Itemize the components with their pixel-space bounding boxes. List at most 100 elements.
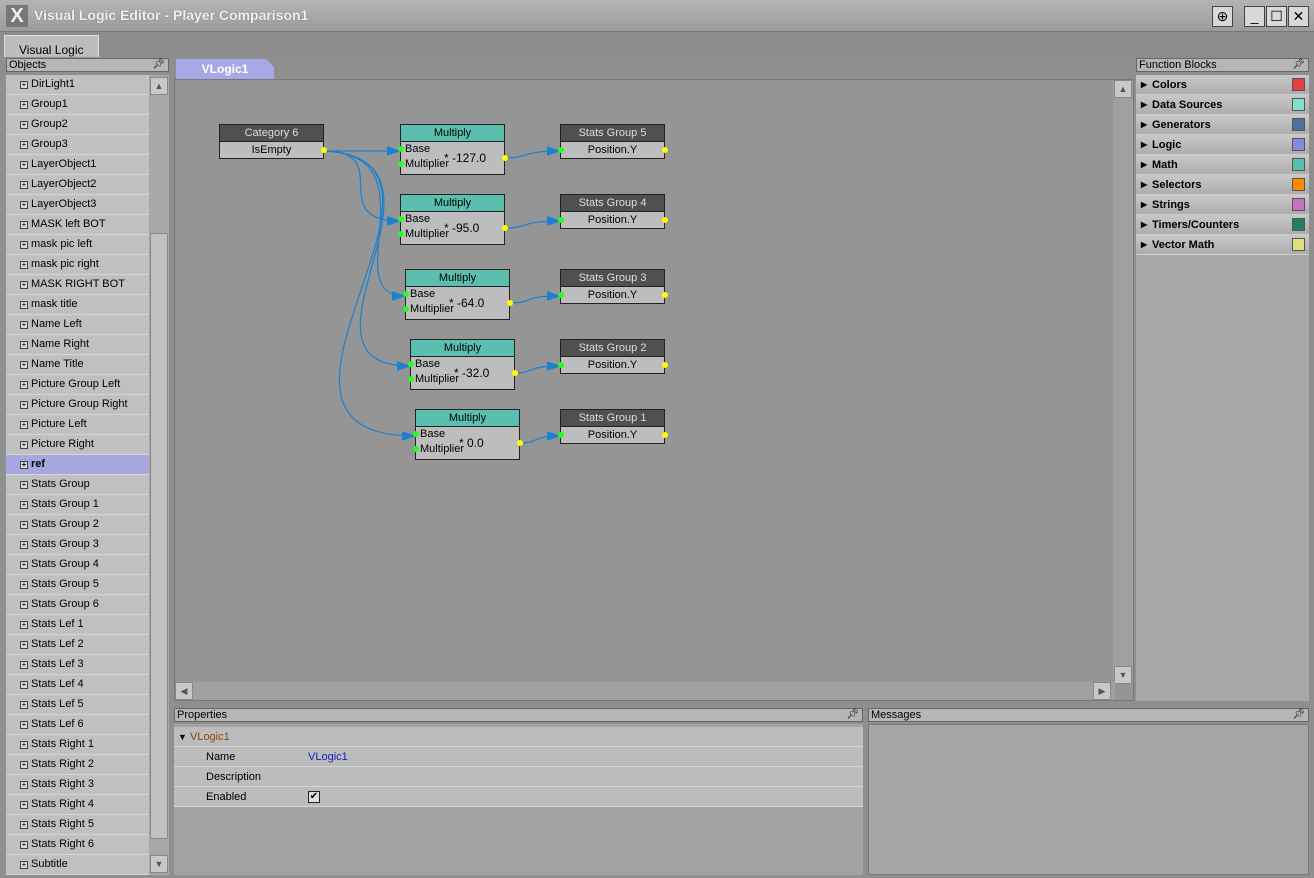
- object-item[interactable]: + Picture Group Right: [6, 395, 149, 415]
- expand-icon[interactable]: +: [20, 800, 28, 809]
- stats-group-node[interactable]: Stats Group 5 Position.Y: [558, 124, 668, 159]
- object-item[interactable]: + LayerObject1: [6, 155, 149, 175]
- expand-icon[interactable]: +: [20, 80, 28, 89]
- scroll-left-icon[interactable]: ◀: [175, 682, 193, 700]
- multiply-node[interactable]: Multiply Base Multiplier * 0.0: [413, 409, 523, 460]
- object-item[interactable]: + Name Right: [6, 335, 149, 355]
- object-item[interactable]: + Stats Group 6: [6, 595, 149, 615]
- scroll-up-icon[interactable]: ▲: [1114, 80, 1132, 98]
- expand-triangle-icon[interactable]: ▶: [1141, 235, 1147, 255]
- base-input-port[interactable]: [408, 361, 414, 367]
- expand-triangle-icon[interactable]: ▶: [1141, 135, 1147, 155]
- object-item[interactable]: + Picture Right: [6, 435, 149, 455]
- output-port[interactable]: [662, 362, 668, 368]
- output-port[interactable]: [512, 370, 518, 376]
- expand-icon[interactable]: +: [20, 560, 28, 569]
- scroll-down-icon[interactable]: ▼: [1114, 666, 1132, 684]
- stats-group-node[interactable]: Stats Group 3 Position.Y: [558, 269, 668, 304]
- logic-canvas[interactable]: Category 6 IsEmpty Multiply Base Multipl…: [174, 79, 1134, 701]
- object-item[interactable]: + Picture Left: [6, 415, 149, 435]
- output-port[interactable]: [321, 147, 327, 153]
- expand-icon[interactable]: +: [20, 360, 28, 369]
- canvas-vertical-scrollbar[interactable]: ▲ ▼: [1113, 80, 1133, 684]
- multiply-node[interactable]: Multiply Base Multiplier * -127.0: [398, 124, 508, 175]
- object-item[interactable]: + Stats Group 2: [6, 515, 149, 535]
- base-input-port[interactable]: [413, 431, 419, 437]
- expand-icon[interactable]: +: [20, 140, 28, 149]
- object-item[interactable]: + Stats Right 5: [6, 815, 149, 835]
- expand-icon[interactable]: +: [20, 300, 28, 309]
- expand-triangle-icon[interactable]: ▶: [1141, 95, 1147, 115]
- base-input-port[interactable]: [403, 291, 409, 297]
- pin-icon[interactable]: 📌︎: [1292, 709, 1305, 721]
- expand-icon[interactable]: +: [20, 500, 28, 509]
- object-item[interactable]: + ref: [6, 455, 149, 475]
- expand-icon[interactable]: +: [20, 740, 28, 749]
- object-item[interactable]: + Stats Right 1: [6, 735, 149, 755]
- object-item[interactable]: + Stats Right 2: [6, 755, 149, 775]
- output-port[interactable]: [662, 217, 668, 223]
- expand-icon[interactable]: +: [20, 680, 28, 689]
- expand-icon[interactable]: +: [20, 400, 28, 409]
- object-item[interactable]: + Group1: [6, 95, 149, 115]
- object-item[interactable]: + Group2: [6, 115, 149, 135]
- multiplier-value[interactable]: * -127.0: [444, 151, 486, 165]
- function-block-category[interactable]: ▶ Math: [1136, 155, 1309, 175]
- expand-icon[interactable]: +: [20, 460, 28, 469]
- expand-icon[interactable]: +: [20, 220, 28, 229]
- multiplier-input-port[interactable]: [413, 446, 419, 452]
- expand-triangle-icon[interactable]: ▶: [1141, 75, 1147, 95]
- input-port[interactable]: [558, 432, 564, 438]
- expand-icon[interactable]: +: [20, 780, 28, 789]
- expand-triangle-icon[interactable]: ▶: [1141, 215, 1147, 235]
- expand-icon[interactable]: +: [20, 260, 28, 269]
- expand-icon[interactable]: +: [20, 620, 28, 629]
- expand-icon[interactable]: +: [20, 540, 28, 549]
- expand-icon[interactable]: +: [20, 600, 28, 609]
- object-item[interactable]: + Stats Lef 4: [6, 675, 149, 695]
- object-item[interactable]: + Stats Lef 1: [6, 615, 149, 635]
- object-item[interactable]: + Stats Lef 5: [6, 695, 149, 715]
- input-port[interactable]: [558, 292, 564, 298]
- object-item[interactable]: + Stats Lef 6: [6, 715, 149, 735]
- stats-group-node[interactable]: Stats Group 2 Position.Y: [558, 339, 668, 374]
- expand-icon[interactable]: +: [20, 180, 28, 189]
- multiplier-value[interactable]: * 0.0: [459, 436, 484, 450]
- enabled-checkbox[interactable]: ✔: [308, 791, 320, 803]
- expand-icon[interactable]: +: [20, 380, 28, 389]
- scroll-right-icon[interactable]: ▶: [1093, 682, 1111, 700]
- expand-icon[interactable]: +: [20, 320, 28, 329]
- expand-triangle-icon[interactable]: ▶: [1141, 175, 1147, 195]
- pin-icon[interactable]: 📌︎: [1292, 59, 1305, 71]
- function-block-category[interactable]: ▶ Data Sources: [1136, 95, 1309, 115]
- multiply-node[interactable]: Multiply Base Multiplier * -95.0: [398, 194, 508, 245]
- object-item[interactable]: + Stats Right 6: [6, 835, 149, 855]
- function-block-category[interactable]: ▶ Colors: [1136, 75, 1309, 95]
- tab-visual-logic[interactable]: Visual Logic: [4, 35, 99, 57]
- output-port[interactable]: [662, 292, 668, 298]
- output-port[interactable]: [502, 155, 508, 161]
- output-port[interactable]: [507, 300, 513, 306]
- scroll-thumb[interactable]: [150, 233, 168, 839]
- expand-icon[interactable]: +: [20, 420, 28, 429]
- stats-group-node[interactable]: Stats Group 1 Position.Y: [558, 409, 668, 444]
- category-6-node[interactable]: Category 6 IsEmpty: [219, 124, 327, 159]
- base-input-port[interactable]: [398, 146, 404, 152]
- base-input-port[interactable]: [398, 216, 404, 222]
- minimize-button[interactable]: _: [1244, 6, 1265, 27]
- function-block-category[interactable]: ▶ Selectors: [1136, 175, 1309, 195]
- multiplier-input-port[interactable]: [398, 161, 404, 167]
- object-item[interactable]: + Name Title: [6, 355, 149, 375]
- scroll-down-icon[interactable]: ▼: [150, 855, 168, 873]
- input-port[interactable]: [558, 147, 564, 153]
- maximize-button[interactable]: ☐: [1266, 6, 1287, 27]
- object-item[interactable]: + Stats Lef 2: [6, 635, 149, 655]
- expand-icon[interactable]: +: [20, 120, 28, 129]
- objects-scrollbar[interactable]: ▲ ▼: [149, 75, 169, 875]
- function-block-category[interactable]: ▶ Generators: [1136, 115, 1309, 135]
- object-item[interactable]: + Name Left: [6, 315, 149, 335]
- multiplier-input-port[interactable]: [408, 376, 414, 382]
- output-port[interactable]: [662, 147, 668, 153]
- expand-icon[interactable]: +: [20, 520, 28, 529]
- object-item[interactable]: + MASK RIGHT BOT: [6, 275, 149, 295]
